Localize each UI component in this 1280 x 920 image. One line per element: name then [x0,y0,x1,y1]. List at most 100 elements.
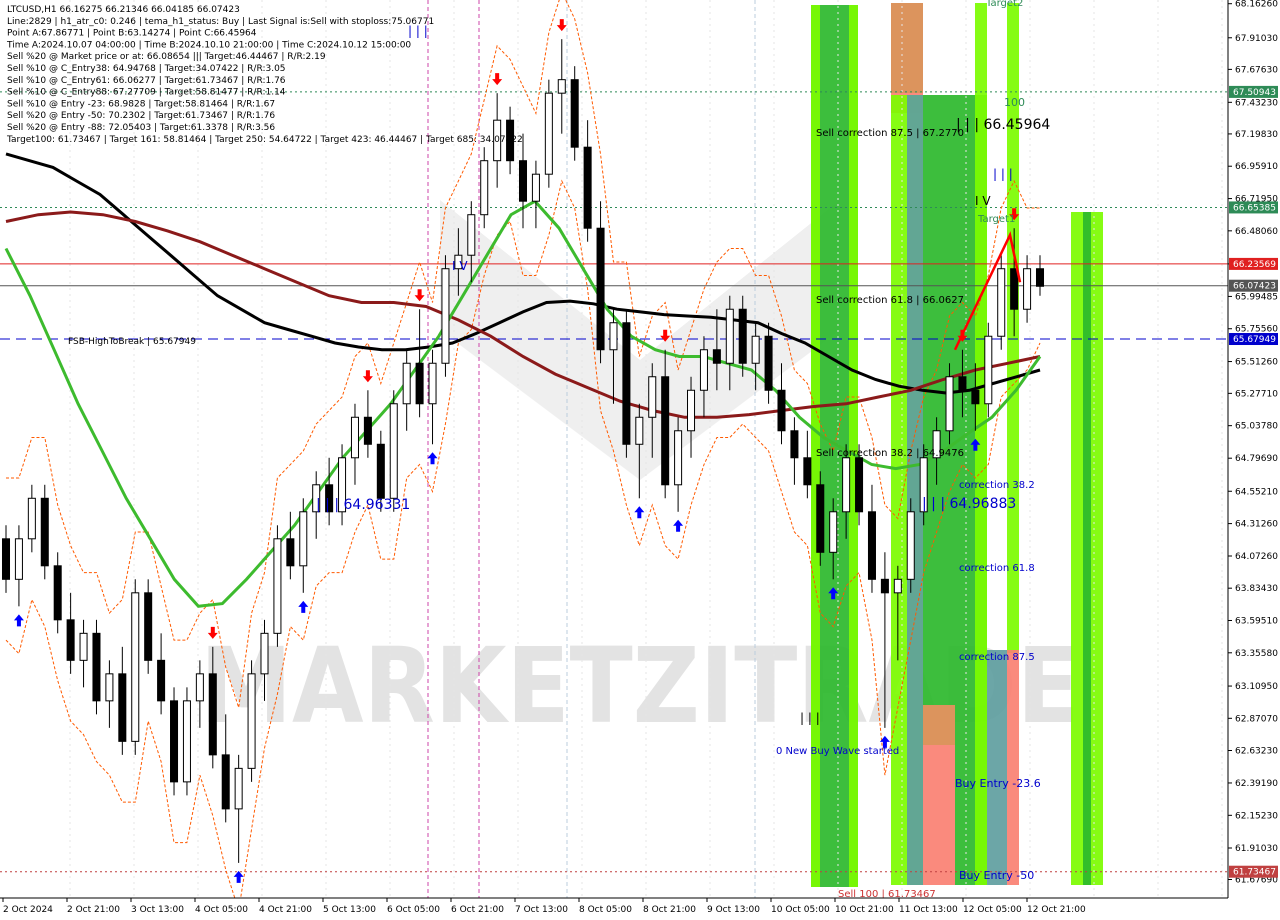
y-tick-label: 65.51260 [1235,358,1278,368]
candle-body [195,673,204,702]
annotation-label: | | | 64.96331 [316,497,410,513]
annotation-label: Target2 [985,0,1023,9]
chart-root: MARKETZITRADE FSB-HighToBreak | 65.67949… [0,0,1280,920]
candle [984,322,993,418]
candle-body [596,227,605,351]
candle-body [79,632,88,661]
y-tick-label: 64.07260 [1235,552,1278,562]
candle-body [53,565,62,621]
annotation-label: correction 38.2 [959,480,1035,491]
candle-body [984,335,993,405]
candle-body [906,511,915,580]
info-line: Sell %20 @ Entry -88: 72.05403 | Target:… [7,123,275,133]
y-tick-label: 68.16260 [1235,0,1278,10]
x-tick-label: 2 Oct 21:00 [67,905,120,915]
time-axis-background [0,898,1280,920]
annotation-label: 0 New Buy Wave started [776,746,899,757]
candle-body [157,659,166,702]
annotation-label: Sell correction 61.8 | 66.0627 [816,295,964,306]
annotation-label: | | | [800,711,820,725]
candle-body [790,430,799,459]
price-tag-label: 61.73467 [1233,868,1276,878]
candle-body [182,700,191,783]
x-tick-label: 6 Oct 21:00 [451,905,504,915]
x-tick-label: 12 Oct 21:00 [1027,905,1086,915]
candle-body [105,673,114,702]
candle-body [402,362,411,405]
candle-body [376,443,385,499]
candle [247,660,256,782]
y-tick-label: 67.91030 [1235,34,1278,44]
candle-body [428,362,437,405]
candle [997,255,1006,350]
candle-body [609,322,618,351]
annotation-label: I V [975,194,991,208]
candle-body [389,403,398,499]
y-tick-label: 67.19830 [1235,130,1278,140]
candle-body [997,268,1006,337]
zone-bar-10 [923,705,955,745]
y-tick-label: 62.87070 [1235,714,1278,724]
y-tick-label: 62.39190 [1235,779,1278,789]
candle-body [893,578,902,594]
candle [906,498,915,593]
candle-body [27,497,36,540]
candle-body [1023,268,1032,310]
candle-body [842,457,851,513]
x-tick-label: 5 Oct 13:00 [323,905,376,915]
candle-body [544,92,553,175]
annotation-label: correction 61.8 [959,563,1035,574]
candle-body [880,578,889,594]
candle-body [40,497,49,567]
candle [389,390,398,512]
candle-body [687,389,696,432]
y-tick-label: 67.43230 [1235,98,1278,108]
candle-body [480,160,489,216]
zone-bar-8 [907,705,923,885]
info-line: Sell %10 @ C_Entry38: 64.94768 | Target:… [7,64,286,74]
candle-body [92,632,101,702]
y-tick-label: 65.27710 [1235,389,1278,399]
candle-body [260,632,269,675]
candle-body [751,335,760,364]
candle [40,484,49,580]
info-line: Target100: 61.73467 | Target 161: 58.814… [6,135,523,145]
candle-body [208,673,217,756]
info-line: Sell %10 @ C_Entry88: 67.27709 | Target:… [7,88,286,98]
candle-body [170,700,179,783]
y-tick-label: 65.03780 [1235,422,1278,432]
y-tick-label: 67.67630 [1235,65,1278,75]
candle-body [1010,268,1019,310]
candle-body [118,673,127,742]
candle-body [583,146,592,229]
annotation-label: | | | [993,167,1013,181]
annotation-label: I V [452,259,468,273]
x-tick-label: 6 Oct 05:00 [387,905,440,915]
y-tick-label: 66.95910 [1235,162,1278,172]
info-line: LTCUSD,H1 66.16275 66.21346 66.04185 66.… [7,5,240,15]
price-tag-label: 66.65385 [1233,203,1276,213]
x-tick-label: 9 Oct 13:00 [707,905,760,915]
y-tick-label: 65.99485 [1235,292,1278,302]
candle-body [273,538,282,634]
candle-body [531,173,540,202]
price-tag-label: 66.23569 [1233,260,1276,270]
y-tick-label: 63.10950 [1235,682,1278,692]
candle-body [674,430,683,486]
annotation-label: 100 [1004,96,1025,109]
zone-bar-17 [1083,212,1091,885]
candle [273,525,282,647]
x-tick-label: 3 Oct 13:00 [131,905,184,915]
y-tick-label: 63.35580 [1235,649,1278,659]
candle [144,579,153,674]
candle-body [350,416,359,459]
info-line: Sell %20 @ Market price or at: 66.08654 … [7,52,326,62]
candle-body [570,79,579,148]
annotation-label: | | | 64.96883 [922,496,1016,512]
candle-body [14,538,23,580]
y-tick-label: 62.15230 [1235,811,1278,821]
x-tick-label: 4 Oct 21:00 [259,905,312,915]
x-tick-label: 7 Oct 13:00 [515,905,568,915]
candle-body [467,214,476,256]
zone-bar-4 [891,3,923,93]
